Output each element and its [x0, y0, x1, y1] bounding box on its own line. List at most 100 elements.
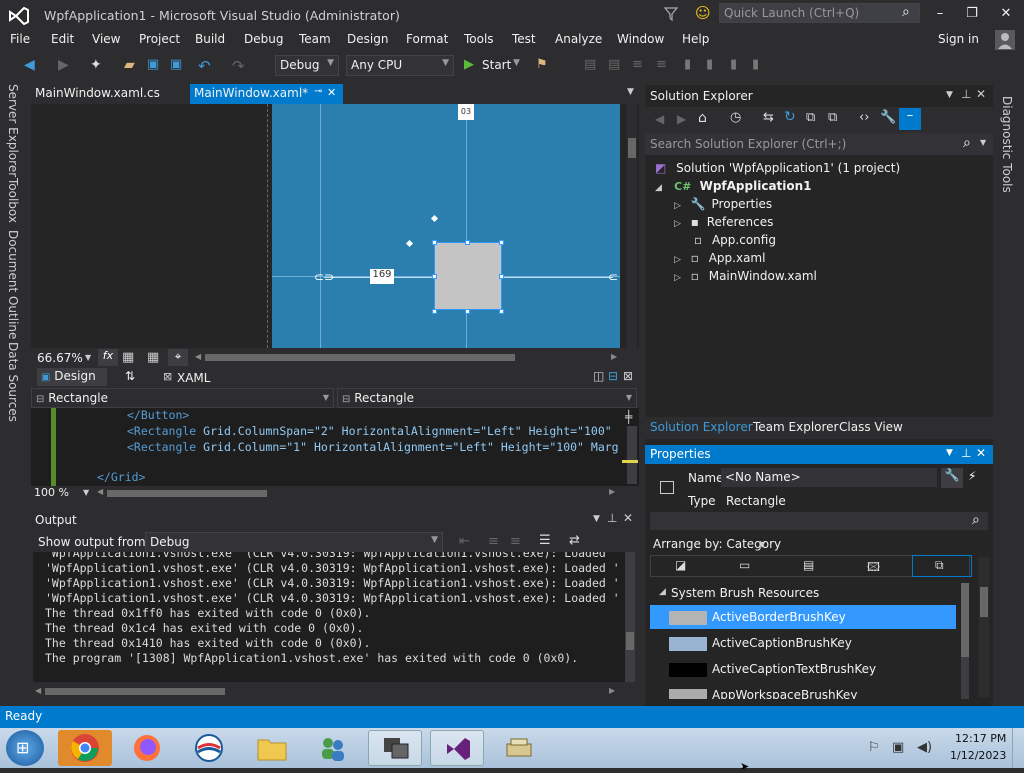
horizontal-scroll-thumb[interactable] [205, 354, 515, 361]
tab-overflow-icon[interactable]: ▼ [627, 87, 634, 97]
solid-brush-icon[interactable]: ▭ [739, 558, 750, 572]
menu-design[interactable]: Design [347, 32, 388, 46]
resize-handle[interactable] [465, 309, 470, 314]
menu-project[interactable]: Project [139, 32, 180, 46]
pending-changes-icon[interactable]: ◷ [730, 110, 741, 125]
collapsed-arrow-icon[interactable]: ▷ [674, 273, 681, 283]
pin-icon[interactable]: ⊥ [961, 87, 971, 101]
zoom-dropdown-icon[interactable]: ▼ [85, 353, 91, 362]
project-node[interactable]: ◢ C# WpfApplication1 [655, 179, 812, 193]
menu-debug[interactable]: Debug [244, 32, 283, 46]
name-input[interactable]: <No Name> [721, 468, 937, 487]
designer-vertical-scrollbar[interactable] [627, 104, 637, 348]
dropdown-icon[interactable]: ▼ [980, 138, 986, 147]
tile-brush-icon[interactable]: 🖾 [867, 558, 880, 579]
bookmark-icon[interactable]: ▮ [684, 57, 700, 73]
effects-icon[interactable]: fx [98, 349, 118, 366]
swap-panes-icon[interactable]: ⇅ [125, 369, 135, 383]
close-panel-icon[interactable]: ✕ [976, 446, 986, 460]
save-all-icon[interactable]: ▣ [170, 57, 186, 73]
menu-analyze[interactable]: Analyze [555, 32, 602, 46]
scroll-thumb[interactable] [980, 587, 988, 617]
navigate-back-icon[interactable]: ◀ [24, 57, 40, 73]
resize-handle[interactable] [499, 240, 504, 245]
properties-scrollbar[interactable] [979, 557, 989, 697]
find-in-files-icon[interactable]: ⚑ [536, 57, 552, 73]
start-button[interactable]: ⊞ [6, 730, 44, 766]
chrome-taskbar-button[interactable] [58, 730, 112, 766]
scroll-left-icon[interactable]: ◀ [97, 487, 103, 496]
scroll-right-icon[interactable]: ▶ [611, 352, 617, 361]
show-all-files-icon[interactable]: ⧉ [828, 110, 837, 125]
tree-item-references[interactable]: ▷ ▪ References [674, 215, 773, 229]
menu-test[interactable]: Test [512, 32, 536, 46]
server-explorer-tab[interactable]: Server Explorer [6, 84, 20, 177]
window-menu-icon[interactable]: ▼ [593, 514, 600, 524]
menu-help[interactable]: Help [682, 32, 709, 46]
solution-node[interactable]: ◩ Solution 'WpfApplication1' (1 project) [655, 161, 900, 175]
brush-resources-tab[interactable]: ⧉ [912, 555, 972, 577]
window-menu-icon[interactable]: ▼ [946, 90, 953, 100]
search-properties-input[interactable]: ⌕ [650, 512, 988, 530]
xaml-zoom-select[interactable]: 100 % [34, 486, 69, 499]
new-project-icon[interactable]: ✦ [90, 57, 106, 73]
installer-taskbar-button[interactable] [492, 730, 546, 766]
resize-handle[interactable] [499, 309, 504, 314]
flag-icon[interactable]: ⚐ [868, 740, 880, 755]
bookmark-next-icon[interactable]: ▮ [730, 57, 746, 73]
bookmark-clear-icon[interactable]: ▮ [752, 57, 768, 73]
menu-tools[interactable]: Tools [464, 32, 494, 46]
gradient-brush-icon[interactable]: ▤ [803, 558, 814, 572]
undo-icon[interactable]: ↶ [198, 57, 214, 75]
menu-format[interactable]: Format [406, 32, 448, 46]
properties-wrench-icon[interactable]: 🔧 [880, 110, 896, 125]
pin-icon[interactable]: ⊸ [314, 86, 322, 97]
element-type-select[interactable]: ⊟ Rectangle ▼ [31, 388, 334, 408]
prev-message-icon[interactable]: ≡ [488, 534, 499, 549]
vertical-split-icon[interactable]: ◫ [593, 369, 604, 383]
resize-handle[interactable] [432, 240, 437, 245]
scroll-left-icon[interactable]: ◀ [35, 686, 41, 695]
home-icon[interactable]: ⌂ [698, 110, 707, 126]
expanded-arrow-icon[interactable]: ◢ [655, 183, 662, 193]
user-avatar-icon[interactable] [995, 30, 1015, 50]
next-message-icon[interactable]: ≡ [510, 534, 521, 549]
quick-launch-input[interactable]: Quick Launch (Ctrl+Q) [719, 3, 920, 23]
resize-handle[interactable] [465, 240, 470, 245]
menu-file[interactable]: File [10, 32, 30, 46]
collapse-all-icon[interactable]: ⧉ [806, 110, 815, 125]
collapsed-arrow-icon[interactable]: ▷ [674, 201, 681, 211]
clock-date[interactable]: 1/12/2023 [950, 749, 1006, 762]
horizontal-scroll-thumb[interactable] [107, 490, 267, 497]
grid-toggle-icon[interactable]: ▦ [122, 350, 134, 365]
toolbar-icon-a[interactable]: ▤ [584, 57, 600, 73]
back-icon[interactable]: ◀ [655, 112, 664, 126]
sign-in-link[interactable]: Sign in [938, 32, 979, 46]
brush-item-active-border[interactable]: ActiveBorderBrushKey [650, 605, 956, 629]
search-icon[interactable]: ⌕ [972, 512, 980, 528]
redo-icon[interactable]: ↷ [232, 57, 248, 75]
null-brush-icon[interactable]: ◪ [675, 558, 686, 572]
brush-list-scrollbar[interactable] [961, 583, 969, 699]
clock-time[interactable]: 12:17 PM [955, 732, 1006, 745]
app-taskbar-button[interactable] [182, 730, 236, 766]
horizontal-split-icon[interactable]: ⊟ [608, 369, 618, 383]
expanded-arrow-icon[interactable]: ◢ [659, 587, 666, 597]
comment-icon[interactable]: ≡ [632, 57, 648, 73]
refresh-icon[interactable]: ↻ [784, 109, 796, 125]
output-vertical-scrollbar[interactable] [625, 552, 635, 682]
resize-handle[interactable] [432, 274, 437, 279]
element-member-select[interactable]: ⊟ Rectangle ▼ [337, 388, 637, 408]
scroll-thumb[interactable] [628, 138, 636, 158]
remote-desktop-taskbar-button[interactable] [368, 730, 422, 766]
tree-item-mainwindow-xaml[interactable]: ▷ ▫ MainWindow.xaml [674, 269, 817, 283]
tab-mainwindow-xaml-cs[interactable]: MainWindow.xaml.cs [31, 84, 186, 104]
tab-team-explorer[interactable]: Team Explorer [753, 420, 839, 434]
scroll-left-icon[interactable]: ◀ [195, 352, 201, 361]
margin-lock-icon[interactable]: ⊂⊃ [314, 270, 334, 284]
xaml-editor[interactable]: </Button> <Rectangle Grid.ColumnSpan="2"… [31, 408, 639, 486]
brush-item-app-workspace[interactable]: AppWorkspaceBrushKey [650, 683, 956, 699]
volume-icon[interactable]: ◀) [917, 740, 932, 755]
search-icon[interactable]: ⌕ [963, 135, 971, 151]
view-code-icon[interactable]: ‹› [859, 110, 869, 125]
